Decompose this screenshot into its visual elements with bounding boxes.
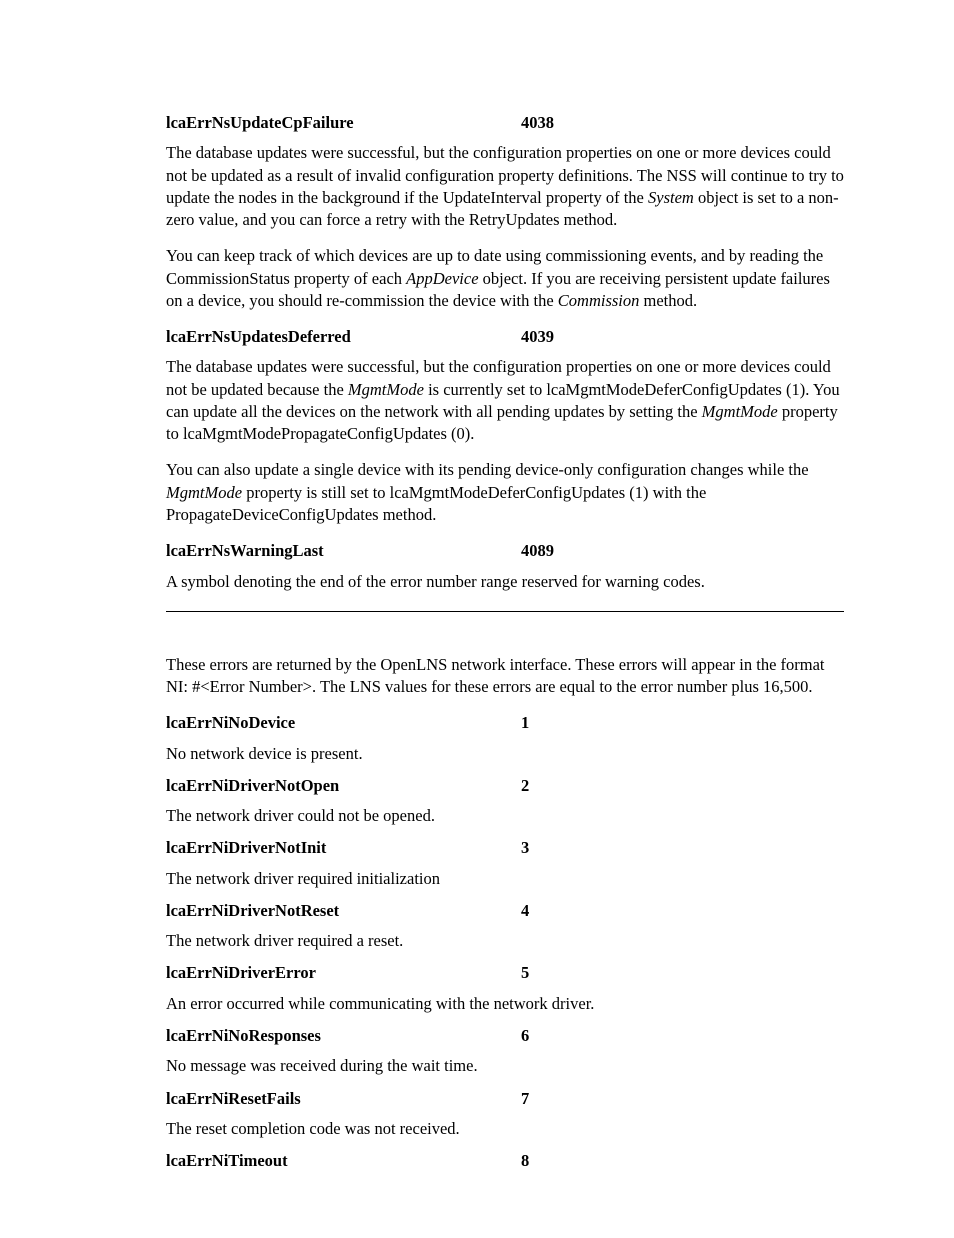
error-entry-header: lcaErrNsUpdateCpFailure4038 (166, 112, 844, 134)
error-name: lcaErrNsUpdateCpFailure (166, 112, 521, 134)
text-run: A symbol denoting the end of the error n… (166, 572, 705, 591)
text-run: You can also update a single device with… (166, 460, 809, 479)
error-name: lcaErrNiDriverNotInit (166, 837, 521, 859)
error-entry-header: lcaErrNiNoResponses6 (166, 1025, 844, 1047)
error-code: 4038 (521, 112, 554, 134)
text-run: AppDevice (406, 269, 478, 288)
error-entry-header: lcaErrNiDriverError5 (166, 962, 844, 984)
text-run: method. (639, 291, 697, 310)
error-description: The database updates were successful, bu… (166, 142, 844, 231)
section-intro: These errors are returned by the OpenLNS… (166, 654, 844, 699)
error-name: lcaErrNiDriverError (166, 962, 521, 984)
error-entry-header: lcaErrNiTimeout8 (166, 1150, 844, 1172)
text-run: MgmtMode (166, 483, 242, 502)
error-name: lcaErrNiNoResponses (166, 1025, 521, 1047)
error-entry-header: lcaErrNiNoDevice1 (166, 712, 844, 734)
error-code: 7 (521, 1088, 529, 1110)
document-page: lcaErrNsUpdateCpFailure4038 The database … (0, 0, 954, 1238)
error-code: 5 (521, 962, 529, 984)
text-run: MgmtMode (702, 402, 778, 421)
error-code: 8 (521, 1150, 529, 1172)
error-description: The network driver could not be opened. (166, 805, 844, 827)
text-run: MgmtMode (348, 380, 424, 399)
error-description: The network driver required a reset. (166, 930, 844, 952)
error-description: The network driver required initializati… (166, 868, 844, 890)
error-description: No network device is present. (166, 743, 844, 765)
error-code: 4089 (521, 540, 554, 562)
error-name: lcaErrNiDriverNotOpen (166, 775, 521, 797)
error-code: 2 (521, 775, 529, 797)
text-run: Commission (558, 291, 640, 310)
text-run: System (648, 188, 694, 207)
error-entry-header: lcaErrNiDriverNotReset4 (166, 900, 844, 922)
error-description: The reset completion code was not receiv… (166, 1118, 844, 1140)
error-entry-header: lcaErrNsWarningLast4089 (166, 540, 844, 562)
error-entry-header: lcaErrNiDriverNotInit3 (166, 837, 844, 859)
error-code: 1 (521, 712, 529, 734)
error-code: 4 (521, 900, 529, 922)
error-name: lcaErrNiNoDevice (166, 712, 521, 734)
error-code: 3 (521, 837, 529, 859)
error-name: lcaErrNiTimeout (166, 1150, 521, 1172)
error-name: lcaErrNsUpdatesDeferred (166, 326, 521, 348)
text-run: These errors are returned by the OpenLNS… (166, 655, 825, 696)
text-run: property is still set to lcaMgmtModeDefe… (166, 483, 706, 524)
error-code: 4039 (521, 326, 554, 348)
error-entry-header: lcaErrNiResetFails7 (166, 1088, 844, 1110)
warning-codes-section: lcaErrNsUpdateCpFailure4038 The database … (166, 112, 844, 593)
error-description: An error occurred while communicating wi… (166, 993, 844, 1015)
error-entry-header: lcaErrNiDriverNotOpen2 (166, 775, 844, 797)
section-divider (166, 611, 844, 612)
error-description: A symbol denoting the end of the error n… (166, 571, 844, 593)
ni-errors-section: These errors are returned by the OpenLNS… (166, 654, 844, 1173)
error-name: lcaErrNiResetFails (166, 1088, 521, 1110)
error-code: 6 (521, 1025, 529, 1047)
error-entry-header: lcaErrNsUpdatesDeferred4039 (166, 326, 844, 348)
error-description: No message was received during the wait … (166, 1055, 844, 1077)
error-description: You can also update a single device with… (166, 459, 844, 526)
error-name: lcaErrNsWarningLast (166, 540, 521, 562)
error-name: lcaErrNiDriverNotReset (166, 900, 521, 922)
error-description: The database updates were successful, bu… (166, 356, 844, 445)
error-description: You can keep track of which devices are … (166, 245, 844, 312)
